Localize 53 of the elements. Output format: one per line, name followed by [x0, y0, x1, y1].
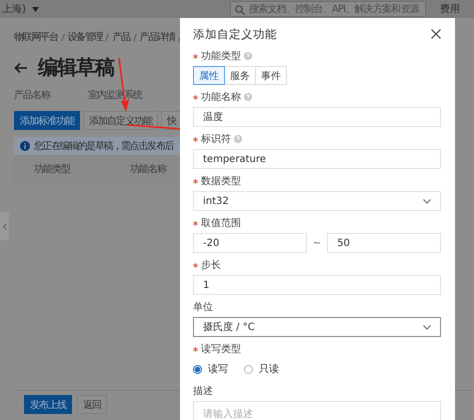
field-label: 功能类型	[201, 50, 241, 63]
segment-tab[interactable]: 事件	[255, 66, 287, 85]
breadcrumb-link[interactable]: 产品	[112, 30, 130, 44]
input-field[interactable]: 1	[193, 275, 441, 295]
toolbar-button[interactable]: 添加自定义功能	[83, 111, 158, 130]
column-header: 功能类型	[34, 162, 70, 176]
radio-button[interactable]	[193, 364, 202, 374]
region-selector[interactable]: 上海)	[2, 2, 26, 16]
breadcrumb-link[interactable]: 物联网平台	[14, 30, 58, 44]
chevron-left-icon	[2, 222, 6, 230]
field-label: 读写类型	[201, 342, 241, 356]
nav-link[interactable]: 费用	[440, 2, 460, 16]
breadcrumb-separator	[60, 32, 65, 42]
breadcrumb-separator	[105, 32, 110, 42]
radio-label: 读写	[208, 362, 228, 376]
input-field[interactable]: temperature	[193, 149, 441, 169]
field-label: 功能名称	[201, 90, 241, 104]
segment-tab[interactable]: 属性	[193, 66, 225, 85]
dialog-title: 添加自定义功能	[193, 26, 277, 42]
input-field[interactable]: 50	[327, 233, 441, 253]
field-label: 步长	[201, 258, 221, 272]
breadcrumb-link[interactable]: 产品详情	[140, 30, 175, 44]
input-field[interactable]: -20	[193, 233, 307, 253]
radio-label: 只读	[259, 362, 279, 376]
select-field[interactable]: int32	[193, 191, 441, 211]
close-icon[interactable]	[431, 29, 441, 39]
search-field[interactable]: 搜索文档、控制台、API、解决方案和资源	[230, 1, 426, 17]
page-title: 编辑草稿	[38, 54, 114, 81]
back-arrow-icon[interactable]	[14, 62, 28, 74]
breadcrumb-separator	[132, 32, 137, 42]
breadcrumb-link[interactable]: 设备管理	[68, 30, 102, 44]
field-label: 单位	[193, 300, 213, 314]
footer-button[interactable]: 发布上线	[24, 395, 72, 414]
notice-text: 您正在编辑的是草稿，需点击发布后	[34, 140, 174, 153]
field-label: 产品名称	[14, 88, 50, 102]
textarea-field[interactable]: 请输入描述	[193, 401, 441, 420]
field-label: 数据类型	[201, 174, 241, 188]
search-icon	[235, 5, 245, 15]
chevron-down-icon	[423, 198, 431, 204]
input-field[interactable]: 温度	[193, 107, 441, 127]
radio-button[interactable]	[244, 364, 253, 374]
caret-icon	[32, 6, 39, 12]
select-field[interactable]: 摄氏度 / °C	[193, 317, 441, 337]
info-icon	[20, 141, 30, 151]
toolbar-button[interactable]: 添加标准功能	[14, 111, 80, 130]
chevron-down-icon	[423, 324, 431, 330]
range-separator: ~	[312, 238, 322, 248]
footer-button[interactable]: 返回	[77, 395, 107, 414]
field-label: 标识符	[201, 132, 231, 146]
column-header: 功能名称	[130, 162, 166, 176]
field-label: 描述	[193, 384, 213, 398]
field-label: 取值范围	[201, 216, 241, 230]
segment-tab[interactable]: 服务	[224, 66, 256, 85]
